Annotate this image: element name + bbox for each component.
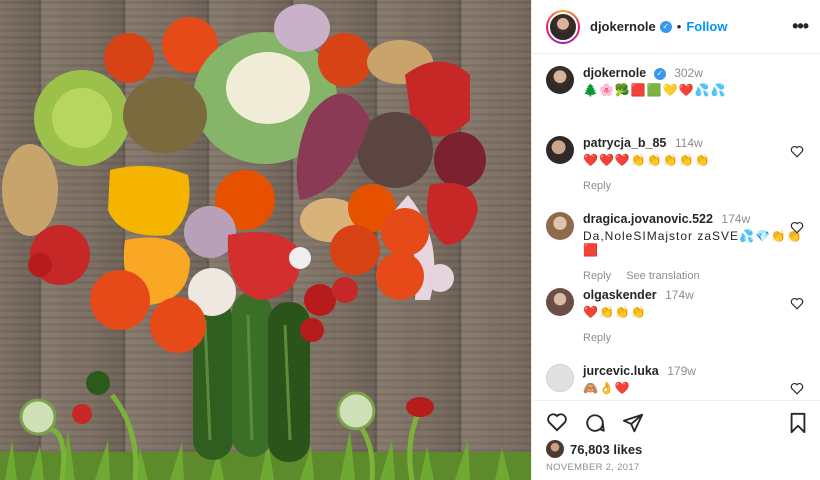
caption-author[interactable]: djokernole — [583, 66, 646, 80]
comment-avatar[interactable] — [546, 136, 574, 164]
heart-icon[interactable] — [790, 221, 804, 234]
comment-actions: Reply — [583, 332, 806, 344]
post-image[interactable] — [0, 0, 531, 480]
comment-header: olgaskender 174w — [583, 288, 806, 302]
comment-body: patrycja_b_85 114w ❤️❤️❤️👏👏👏👏👏 Reply — [583, 136, 806, 212]
comment-actions: Reply See translation — [583, 270, 806, 282]
liker-avatar — [546, 440, 564, 458]
heart-icon[interactable] — [790, 382, 804, 395]
caption-avatar[interactable] — [546, 66, 574, 94]
comment-item: dragica.jovanovic.522 174w Da,NoleSIMajs… — [546, 212, 806, 288]
author-avatar-ring[interactable] — [546, 9, 580, 44]
reply-button[interactable]: Reply — [583, 332, 611, 344]
more-options-icon[interactable]: ••• — [792, 16, 809, 37]
comment-age[interactable]: 179w — [667, 364, 696, 378]
bookmark-icon[interactable] — [788, 412, 808, 434]
comment-text: 🙈👌❤️ — [583, 381, 631, 395]
caption-age[interactable]: 302w — [674, 66, 703, 80]
see-translation-button[interactable]: See translation — [626, 270, 699, 282]
comment-avatar[interactable] — [546, 364, 574, 392]
comment-age[interactable]: 174w — [665, 288, 694, 302]
heart-icon[interactable] — [790, 145, 804, 158]
caption-body: djokernole ✓ 302w 🌲🌸🥦🟥🟩💛❤️💦💦 — [583, 66, 806, 136]
comment-actions: Reply — [583, 180, 806, 192]
comment-age[interactable]: 174w — [721, 212, 750, 226]
vegetable-tree-illustration — [0, 4, 531, 480]
comment-header: patrycja_b_85 114w — [583, 136, 806, 150]
comment-avatar[interactable] — [546, 288, 574, 316]
comment-item: jurcevic.luka 179w 🙈👌❤️ — [546, 364, 806, 396]
comment-body: olgaskender 174w ❤️👏👏👏 Reply — [583, 288, 806, 364]
separator-dot: • — [676, 19, 682, 34]
share-icon[interactable] — [622, 412, 644, 434]
comment-text: ❤️👏👏👏 — [583, 305, 647, 319]
comment-username[interactable]: dragica.jovanovic.522 — [583, 212, 713, 226]
comment-username[interactable]: olgaskender — [583, 288, 657, 302]
author-avatar[interactable] — [548, 11, 578, 42]
comment-age[interactable]: 114w — [675, 136, 703, 150]
comment-username[interactable]: patrycja_b_85 — [583, 136, 666, 150]
verified-badge-icon: ✓ — [659, 20, 672, 33]
comment-header: jurcevic.luka 179w — [583, 364, 806, 378]
heart-icon[interactable] — [546, 412, 568, 432]
comment-body: dragica.jovanovic.522 174w Da,NoleSIMajs… — [583, 212, 806, 288]
comment-text: Da,NoleSIMajstor zaSVE💦💎👏👏🟥 — [583, 229, 803, 257]
verified-badge-icon: ✓ — [653, 67, 666, 80]
reply-button[interactable]: Reply — [583, 270, 611, 282]
author-username[interactable]: djokernole — [590, 19, 656, 34]
post-actions — [546, 404, 808, 440]
zucchini-trunk — [193, 292, 310, 462]
comment-header: dragica.jovanovic.522 174w — [583, 212, 806, 226]
comment-avatar[interactable] — [546, 212, 574, 240]
comment-icon[interactable] — [584, 412, 606, 434]
caption: djokernole ✓ 302w 🌲🌸🥦🟥🟩💛❤️💦💦 — [546, 66, 806, 136]
comment-text: ❤️❤️❤️👏👏👏👏👏 — [583, 153, 711, 167]
likes-count[interactable]: 76,803 likes — [570, 442, 642, 457]
comment-body: jurcevic.luka 179w 🙈👌❤️ — [583, 364, 806, 396]
comment-item: olgaskender 174w ❤️👏👏👏 Reply — [546, 288, 806, 364]
post-date: NOVEMBER 2, 2017 — [546, 462, 640, 473]
post-header: djokernole ✓ • Follow ••• — [532, 0, 820, 54]
divider — [532, 400, 820, 401]
likes-summary[interactable]: 76,803 likes — [546, 440, 642, 458]
follow-button[interactable]: Follow — [686, 19, 727, 34]
comments-list[interactable]: djokernole ✓ 302w 🌲🌸🥦🟥🟩💛❤️💦💦 patrycja_b_… — [532, 54, 820, 396]
caption-header: djokernole ✓ 302w — [583, 66, 806, 80]
comment-username[interactable]: jurcevic.luka — [583, 364, 659, 378]
caption-text: 🌲🌸🥦🟥🟩💛❤️💦💦 — [583, 83, 727, 97]
heart-icon[interactable] — [790, 297, 804, 310]
reply-button[interactable]: Reply — [583, 180, 611, 192]
comment-item: patrycja_b_85 114w ❤️❤️❤️👏👏👏👏👏 Reply — [546, 136, 806, 212]
post-side-panel: djokernole ✓ • Follow ••• djokernole ✓ 3… — [531, 0, 820, 480]
